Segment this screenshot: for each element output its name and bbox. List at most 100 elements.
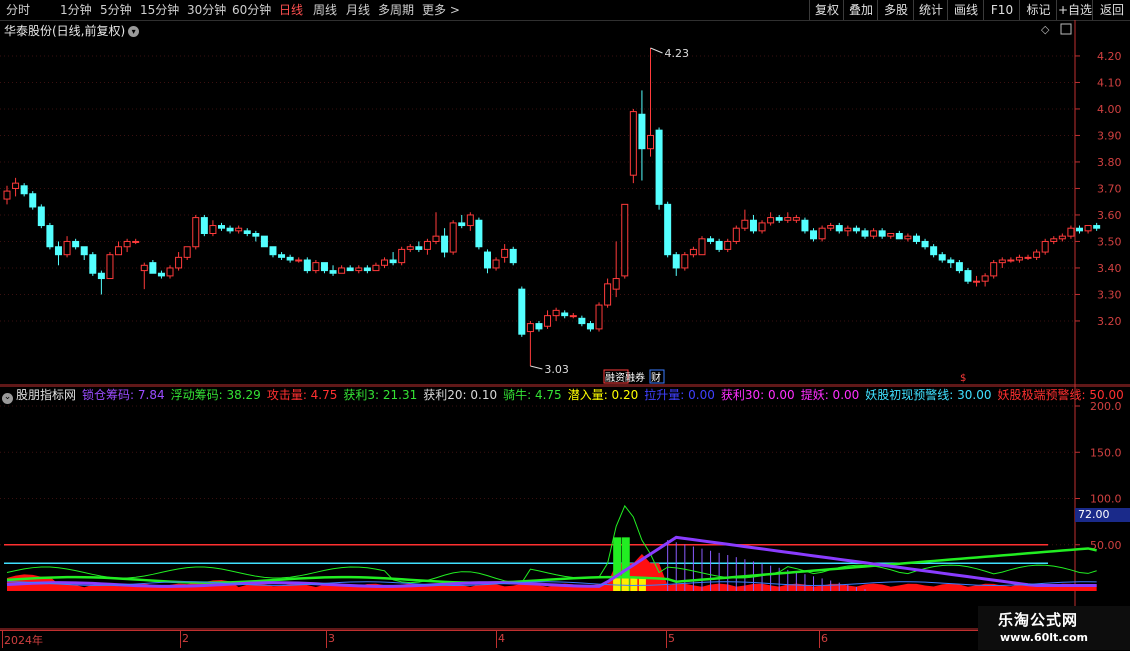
tab-period-8[interactable]: 月线 [346,2,370,18]
candle [37,204,45,229]
indicator-tick-label: 200.0 [1090,400,1122,413]
candle-body [1007,259,1015,262]
diamond-icon[interactable]: ◇ [1041,23,1050,36]
candle-body [973,280,981,283]
tab-period-7[interactable]: 周线 [313,2,337,18]
event-badge[interactable]: $ [960,373,966,384]
toolbar-button-4[interactable]: 画线 [947,0,984,20]
candle-body [1024,256,1032,259]
yellow-bar [630,578,638,591]
candle [852,225,860,234]
candle [998,257,1006,268]
price-tick-label: 3.90 [1097,129,1122,142]
candle [818,225,826,242]
candle [166,265,174,279]
candle [312,260,320,274]
toolbar-button-2[interactable]: 多股 [877,0,914,20]
candle-body [861,230,869,237]
candle [106,252,114,280]
price-tick-label: 4.10 [1097,76,1122,89]
candle-body [1067,227,1075,237]
candle-body [758,222,766,232]
candle [861,228,869,239]
price-tick-label: 3.70 [1097,182,1122,195]
candle-body [3,190,11,200]
candle [715,238,723,253]
candle [1007,257,1015,263]
tab-period-9[interactable]: 多周期 [378,2,414,18]
candle-body [612,278,620,290]
toolbar-button-5[interactable]: F10 [983,0,1020,20]
date-tick [180,630,181,648]
tab-period-5[interactable]: 60分钟 [232,2,271,18]
candle-body [1015,256,1023,261]
max-price-label: 4.23 [665,47,690,60]
candle-body [406,246,414,250]
tab-period-0[interactable]: 分时 [6,2,30,18]
toolbar-button-6[interactable]: 标记 [1019,0,1057,20]
candle-body [466,214,474,227]
candle-body [97,272,105,280]
candle [578,315,586,327]
toolbar-button-7[interactable]: +自选 [1056,0,1093,20]
event-badge[interactable]: 财 [649,369,665,384]
candle-body [89,254,97,274]
candle [97,270,105,295]
candle-body [29,193,37,208]
candle-body [166,267,174,277]
candle [441,228,449,258]
candle [338,265,346,274]
candle-body [621,203,629,277]
window-toggle-icon[interactable] [1060,23,1072,35]
toolbar-button-3[interactable]: 统计 [913,0,948,20]
tab-period-2[interactable]: 5分钟 [100,2,132,18]
toolbar-button-8[interactable]: 返回 [1092,0,1130,20]
candle-body [921,240,929,248]
tab-period-6[interactable]: 日线 [279,2,303,18]
min-price-label: 3.03 [544,363,569,376]
candle-body [1041,240,1049,253]
tab-period-3[interactable]: 15分钟 [140,2,179,18]
candle-body [63,240,71,256]
candle [955,260,963,274]
candle-body [415,246,423,250]
candle [1067,225,1075,239]
candle-body [1050,238,1058,242]
candle [286,254,294,263]
candle [964,267,972,284]
candle [157,270,165,279]
candle [243,228,251,237]
event-badge[interactable]: 融资融券 [603,369,645,384]
candlestick-chart[interactable]: 4.20 4.10 4.00 3.90 3.80 3.70 3.60 3.50 3.40 3.30… [0,20,1130,386]
candle-body [449,222,457,253]
candle-body [12,182,20,189]
indicator-chart[interactable]: 200.0150.0100.050.00 [0,386,1130,630]
candle-body [106,254,114,280]
candle [707,236,715,245]
tab-period-1[interactable]: 1分钟 [60,2,92,18]
candle [569,313,577,319]
candle [689,246,697,258]
price-tick-label: 3.50 [1097,235,1122,248]
candle-body [852,227,860,232]
candle-body [544,315,552,327]
candle-body [209,225,217,235]
candle [423,238,431,255]
candle [586,320,594,332]
candle-body [355,267,363,272]
badge-text: 融资融券 [605,371,645,384]
tab-period-4[interactable]: 30分钟 [187,2,226,18]
candle [475,217,483,250]
tab-period-10[interactable]: 更多 > [422,2,460,18]
candle-body [578,317,586,325]
date-tick [496,630,497,648]
candle-body [37,206,45,227]
yellow-bar [638,578,646,591]
candle [887,233,895,239]
candle [329,265,337,276]
candle [381,257,389,268]
candle [295,257,303,263]
toolbar-button-0[interactable]: 复权 [809,0,844,20]
candle [355,265,363,274]
toolbar-button-1[interactable]: 叠加 [843,0,878,20]
